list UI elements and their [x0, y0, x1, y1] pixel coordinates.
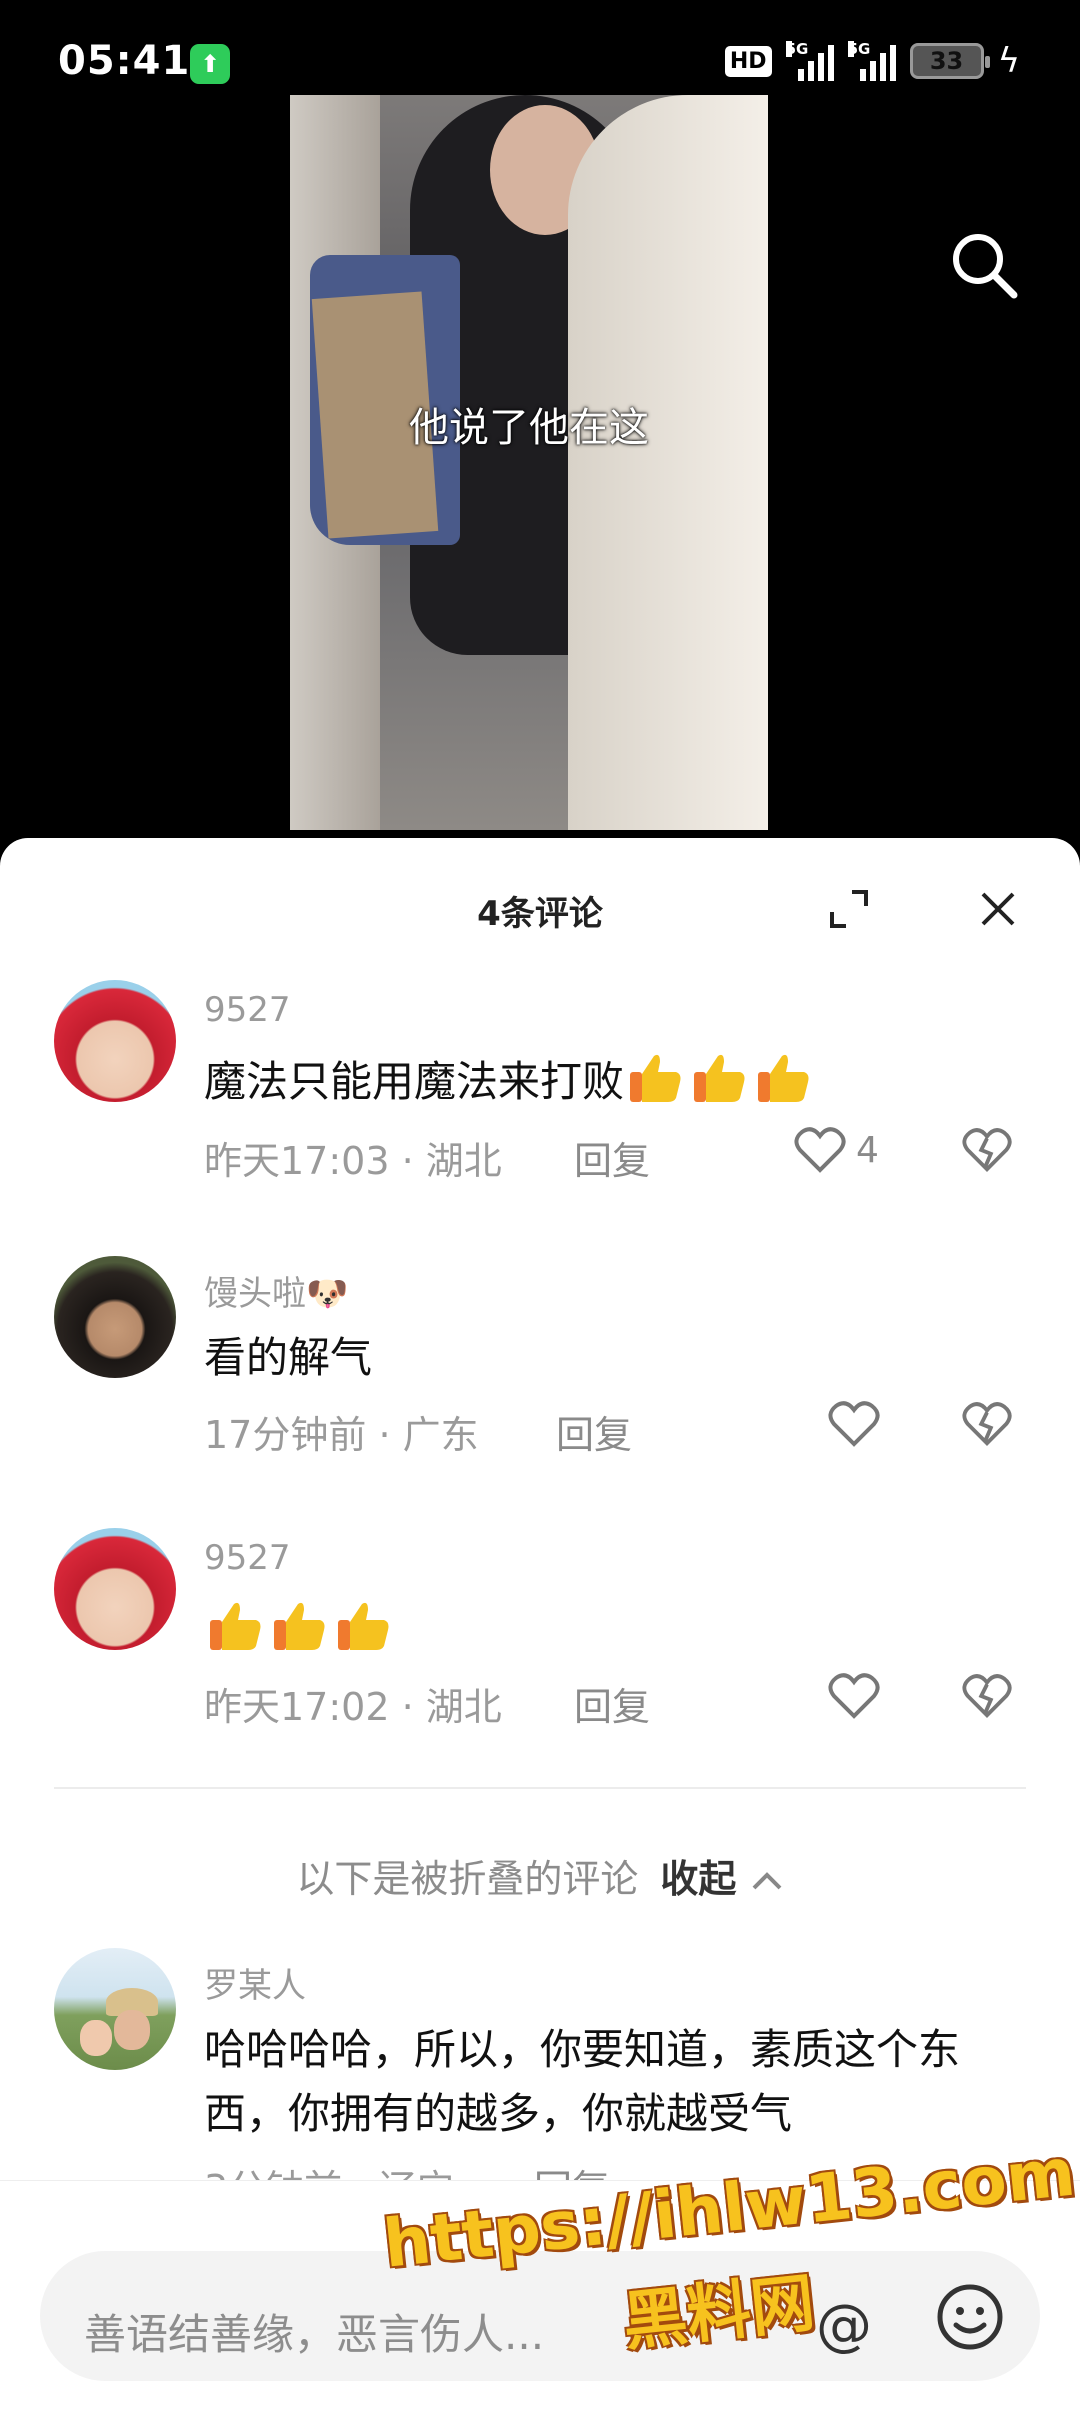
- app-notification-icon: ⬆: [190, 44, 230, 84]
- folded-notice: 以下是被折叠的评论: [296, 1857, 639, 1901]
- folded-comments-row: 以下是被折叠的评论 收起: [0, 1848, 1080, 1903]
- comment-item: 9527 魔法只能用魔法来打败 昨天17:03 · 湖北 回复 4: [0, 980, 1080, 1220]
- video-caption: 他说了他在这: [409, 405, 649, 451]
- comment-text: 魔法只能用魔法来打败: [204, 1050, 1024, 1114]
- video-player[interactable]: 他说了他在这: [0, 95, 1080, 845]
- status-time: 05:41: [58, 38, 191, 84]
- like-button[interactable]: [828, 1399, 880, 1449]
- thumbs-up-emoji-icon: [274, 1602, 325, 1650]
- thumbs-up-emoji-icon: [694, 1054, 745, 1102]
- comment-username[interactable]: 罗某人: [204, 1958, 306, 2007]
- charging-icon: ϟ: [997, 41, 1020, 81]
- comment-text: 看的解气: [204, 1333, 373, 1382]
- dislike-broken-heart-icon[interactable]: [962, 1399, 1012, 1449]
- search-icon[interactable]: [944, 225, 1024, 305]
- thumbs-up-emoji-icon: [758, 1054, 809, 1102]
- hd-voice-icon: HD: [724, 45, 772, 77]
- thumbs-up-emoji-icon: [338, 1602, 389, 1650]
- avatar[interactable]: [54, 1256, 176, 1378]
- close-icon[interactable]: [975, 886, 1021, 932]
- comment-username[interactable]: 9527: [204, 1538, 291, 1578]
- comment-text: 哈哈哈哈，所以，你要知道，素质这个东西，你拥有的越多，你就越受气: [204, 2025, 961, 2138]
- dislike-broken-heart-icon[interactable]: [962, 1671, 1012, 1721]
- status-bar: 05:41 ⬆ HD 5G 5G 33 ϟ: [0, 0, 1080, 95]
- comment-meta: 昨天17:02 · 湖北: [204, 1685, 502, 1729]
- reply-button[interactable]: 回复: [574, 1676, 650, 1731]
- signal-sim1-icon: 5G: [785, 41, 834, 81]
- video-frame: 他说了他在这: [290, 95, 768, 830]
- comment-username[interactable]: 9527: [204, 990, 291, 1030]
- signal-sim2-icon: 5G: [847, 41, 896, 81]
- heart-icon: [828, 1673, 880, 1719]
- heart-icon: [794, 1127, 846, 1173]
- heart-icon: [828, 1401, 880, 1447]
- status-indicators: HD 5G 5G 33 ϟ: [724, 38, 1020, 84]
- watermark-name: 黑料网: [619, 2266, 819, 2361]
- like-button[interactable]: [828, 1671, 880, 1721]
- reply-button[interactable]: 回复: [556, 1404, 632, 1459]
- comment-meta: 昨天17:03 · 湖北: [204, 1139, 502, 1183]
- divider: [54, 1787, 1026, 1789]
- battery-icon: 33: [909, 43, 990, 79]
- comment-text: [204, 1598, 1024, 1662]
- like-count: 4: [856, 1129, 879, 1171]
- comment-username[interactable]: 馒头啦🐶: [204, 1266, 348, 1315]
- dislike-broken-heart-icon[interactable]: [962, 1125, 1012, 1175]
- avatar[interactable]: [54, 1528, 176, 1650]
- collapse-button[interactable]: 收起: [660, 1857, 783, 1901]
- expand-icon[interactable]: [826, 886, 872, 932]
- reply-button[interactable]: 回复: [574, 1130, 650, 1185]
- like-button[interactable]: 4: [794, 1125, 879, 1175]
- comment-meta: 17分钟前 · 广东: [204, 1413, 479, 1457]
- comments-count-title: 4条评论: [477, 894, 603, 934]
- comment-item: 馒头啦🐶 看的解气 17分钟前 · 广东 回复: [0, 1256, 1080, 1476]
- thumbs-up-emoji-icon: [210, 1602, 261, 1650]
- chevron-up-icon: [752, 1872, 782, 1890]
- comment-item: 9527 昨天17:02 · 湖北 回复: [0, 1528, 1080, 1758]
- avatar[interactable]: [54, 980, 176, 1102]
- avatar[interactable]: [54, 1948, 176, 2070]
- thumbs-up-emoji-icon: [630, 1054, 681, 1102]
